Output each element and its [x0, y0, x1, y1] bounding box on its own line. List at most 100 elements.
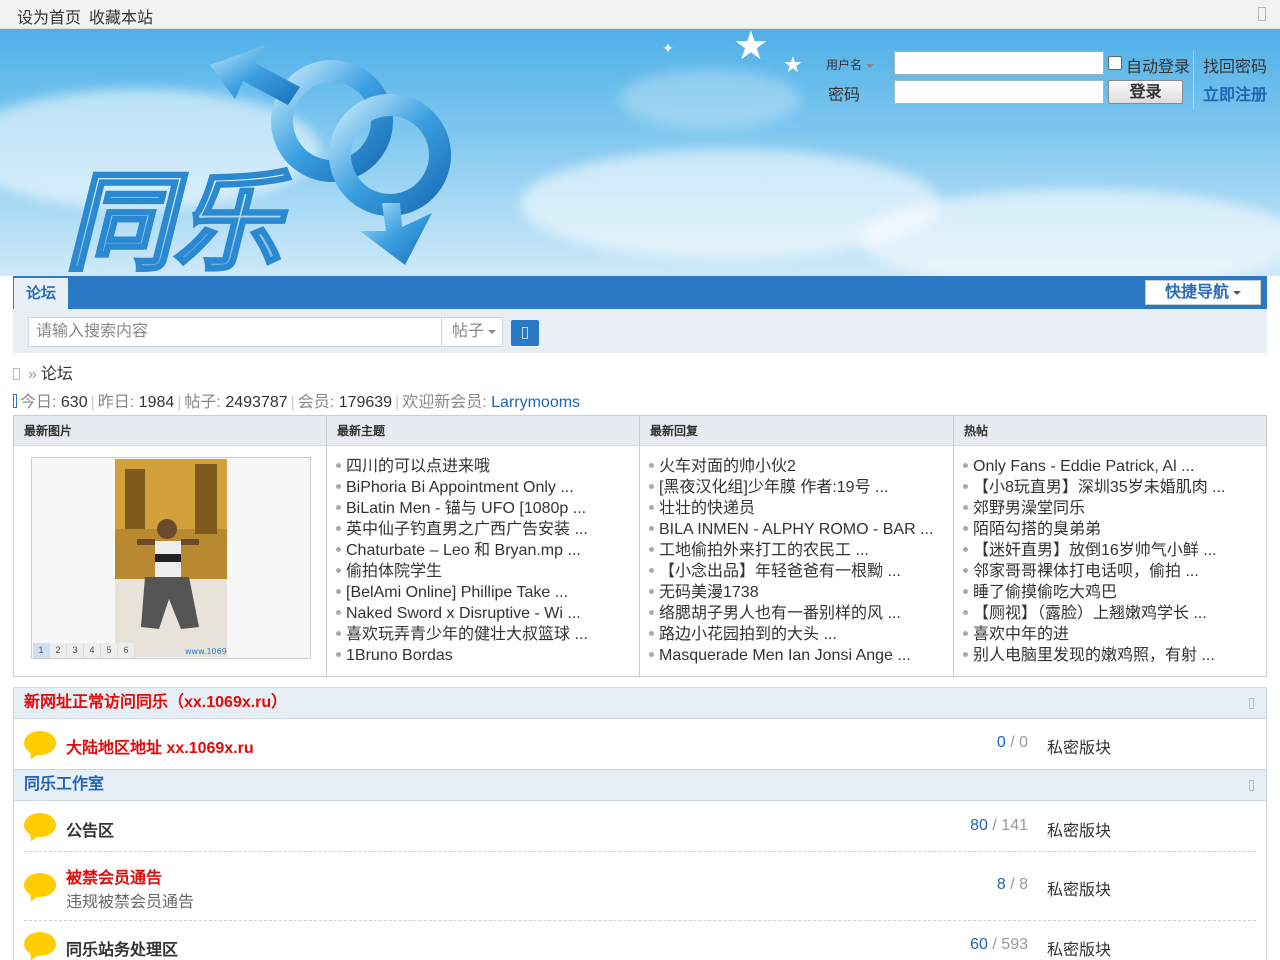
- pager-item[interactable]: 6: [118, 643, 135, 658]
- forum-access-label: 私密版块: [1047, 740, 1112, 757]
- list-item-link[interactable]: 陌陌勾搭的臭弟弟: [963, 519, 1266, 540]
- section-body: 公告区 80 / 141 私密版块 被禁会员通告 违规被禁会员通告 8 / 8 …: [13, 801, 1267, 960]
- list-item-link[interactable]: 路边小花园拍到的大头 ...: [649, 624, 953, 645]
- list-item-link[interactable]: 睡了偷摸偷吃大鸡巴: [963, 582, 1266, 603]
- forum-stats: 今日: 630 | 昨日: 1984 | 帖子: 2493787 | 会员: 179639 |…: [13, 388, 580, 412]
- search-button[interactable]: [511, 320, 539, 346]
- search-bar: 请输入搜索内容 帖子: [13, 309, 1267, 353]
- star-icon: ★: [733, 29, 769, 69]
- quick-nav-button[interactable]: 快捷导航: [1145, 280, 1261, 305]
- search-type-select[interactable]: 帖子: [441, 317, 503, 347]
- portal-grid: 最新图片 www.1069x.ru: [13, 415, 1267, 677]
- collapse-icon[interactable]: [1249, 698, 1254, 709]
- pager-item[interactable]: 3: [67, 643, 84, 658]
- list-item-link[interactable]: 工地偷拍外来打工的农民工 ...: [649, 540, 953, 561]
- top-bar: 设为首页 收藏本站: [0, 0, 1280, 29]
- pager-item[interactable]: 2: [50, 643, 67, 658]
- list-item-link[interactable]: 偷拍体院学生: [336, 561, 639, 582]
- list-item-link[interactable]: BiLatin Men - 锚与 UFO [1080p ...: [336, 498, 639, 519]
- login-form: 用户名 自动登录 找回密码 密码 登录 立即注册: [826, 51, 1276, 131]
- slideshow-image[interactable]: www.1069x.ru: [115, 459, 227, 657]
- forum-row: 公告区 80 / 141 私密版块: [24, 801, 1256, 851]
- slideshow-pager: 123456: [33, 640, 135, 658]
- image-slideshow[interactable]: www.1069x.ru 123456: [31, 457, 311, 659]
- pager-item[interactable]: 4: [84, 643, 101, 658]
- site-header: ★ ★ ✦ 同乐 用户名 自动登录 找回密码 密码 登录 立即注册: [0, 29, 1280, 276]
- forum-counts: 80 / 141: [970, 817, 1028, 834]
- bookmark-link[interactable]: 收藏本站: [89, 4, 153, 28]
- list-item-link[interactable]: 四川的可以点进来哦: [336, 456, 639, 477]
- section-title[interactable]: 同乐工作室: [24, 776, 104, 793]
- set-homepage-link[interactable]: 设为首页: [17, 4, 81, 28]
- list-item-link[interactable]: 【小念出品】年轻爸爸有一根黝 ...: [649, 561, 953, 582]
- svg-text:同乐: 同乐: [65, 161, 291, 275]
- list-item-link[interactable]: BiPhoria Bi Appointment Only ...: [336, 477, 639, 498]
- list-item-link[interactable]: Naked Sword x Disruptive - Wi ...: [336, 603, 639, 624]
- password-label: 密码: [828, 87, 861, 104]
- list-item-link[interactable]: [黑夜汉化组]少年膜 作者:19号 ...: [649, 477, 953, 498]
- list-item-link[interactable]: 壮壮的快递员: [649, 498, 953, 519]
- new-member-link[interactable]: Larrymooms: [491, 394, 580, 411]
- stats-icon: [13, 394, 17, 408]
- forum-name-link[interactable]: 大陆地区地址 xx.1069x.ru: [66, 734, 254, 758]
- breadcrumb-current[interactable]: 论坛: [41, 366, 73, 383]
- forum-counts: 60 / 593: [970, 936, 1028, 953]
- pager-item[interactable]: 5: [101, 643, 118, 658]
- list-item-link[interactable]: 1Bruno Bordas: [336, 645, 639, 666]
- list-item-link[interactable]: 火车对面的帅小伙2: [649, 456, 953, 477]
- list-item-link[interactable]: 络腮胡子男人也有一番别样的风 ...: [649, 603, 953, 624]
- username-type-select[interactable]: 用户名: [826, 56, 875, 73]
- cloud: [620, 69, 800, 129]
- login-divider: [1193, 51, 1194, 109]
- list-item-link[interactable]: 别人电脑里发现的嫩鸡照，有射 ...: [963, 645, 1266, 666]
- username-input[interactable]: [894, 51, 1104, 75]
- list-item-link[interactable]: BILA INMEN - ALPHY ROMO - BAR ...: [649, 519, 953, 540]
- latest-topics-panel: 最新主题 四川的可以点进来哦 BiPhoria Bi Appointment On…: [326, 416, 639, 676]
- list-item-link[interactable]: [BelAmi Online] Phillipe Take ...: [336, 582, 639, 603]
- section-header[interactable]: 新网址正常访问同乐（xx.1069x.ru）: [13, 687, 1267, 719]
- list-item-link[interactable]: 无码美漫1738: [649, 582, 953, 603]
- register-link[interactable]: 立即注册: [1203, 81, 1267, 105]
- forum-name-link[interactable]: 同乐站务处理区: [66, 936, 178, 960]
- latest-replies-panel: 最新回复 火车对面的帅小伙2 [黑夜汉化组]少年膜 作者:19号 ... 壮壮的快递…: [639, 416, 953, 676]
- list-item-link[interactable]: Chaturbate – Leo 和 Bryan.mp ...: [336, 540, 639, 561]
- panel-title: 热帖: [954, 416, 1266, 446]
- svg-text:www.1069x.ru: www.1069x.ru: [185, 647, 227, 656]
- forum-name-link[interactable]: 公告区: [66, 817, 114, 841]
- star-icon: ✦: [662, 41, 674, 57]
- forum-row: 大陆地区地址 xx.1069x.ru 0 / 0 私密版块: [24, 719, 1256, 769]
- collapse-icon[interactable]: [1249, 780, 1254, 791]
- pager-item[interactable]: 1: [33, 643, 50, 658]
- tab-forum[interactable]: 论坛: [14, 278, 68, 309]
- forum-access-label: 私密版块: [1047, 882, 1112, 899]
- auto-login-label[interactable]: 自动登录: [1126, 53, 1190, 77]
- panel-title: 最新图片: [14, 416, 326, 446]
- list-item-link[interactable]: 郊野男澡堂同乐: [963, 498, 1266, 519]
- list-item-link[interactable]: 喜欢玩弄青少年的健壮大叔篮球 ...: [336, 624, 639, 645]
- site-logo[interactable]: 同乐: [60, 35, 460, 275]
- latest-images-panel: 最新图片 www.1069x.ru: [14, 416, 326, 676]
- forum-bubble-icon: [24, 731, 56, 755]
- list-item-link[interactable]: Masquerade Men Ian Jonsi Ange ...: [649, 645, 953, 666]
- forum-name-link[interactable]: 被禁会员通告: [66, 864, 162, 888]
- section-title[interactable]: 新网址正常访问同乐（xx.1069x.ru）: [24, 694, 287, 711]
- list-item-link[interactable]: 邻家哥哥裸体打电话呗，偷拍 ...: [963, 561, 1266, 582]
- list-item-link[interactable]: 喜欢中年的进: [963, 624, 1266, 645]
- list-item-link[interactable]: 英中仙子钓直男之广西广告安装 ...: [336, 519, 639, 540]
- list-item-link[interactable]: 【迷奸直男】放倒16岁帅气小鲜 ...: [963, 540, 1266, 561]
- list-item-link[interactable]: Only Fans - Eddie Patrick, Al ...: [963, 456, 1266, 477]
- section-header[interactable]: 同乐工作室: [13, 769, 1267, 801]
- breadcrumb: » 论坛: [13, 360, 73, 384]
- login-button[interactable]: 登录: [1108, 80, 1183, 104]
- password-input[interactable]: [894, 80, 1104, 104]
- forum-bubble-icon: [24, 873, 56, 897]
- list-item-link[interactable]: 【厕视】（露脸）上翘嫩鸡学长 ...: [963, 603, 1266, 624]
- mobile-icon[interactable]: [1258, 7, 1266, 21]
- home-icon[interactable]: [13, 368, 20, 380]
- hot-posts-panel: 热帖 Only Fans - Eddie Patrick, Al ... 【小8玩…: [953, 416, 1266, 676]
- find-password-link[interactable]: 找回密码: [1203, 53, 1267, 77]
- search-input[interactable]: 请输入搜索内容: [28, 317, 442, 347]
- list-item-link[interactable]: 【小8玩直男】深圳35岁未婚肌肉 ...: [963, 477, 1266, 498]
- auto-login-checkbox[interactable]: [1108, 56, 1122, 70]
- forum-row: 同乐站务处理区 60 / 593 私密版块: [24, 921, 1256, 960]
